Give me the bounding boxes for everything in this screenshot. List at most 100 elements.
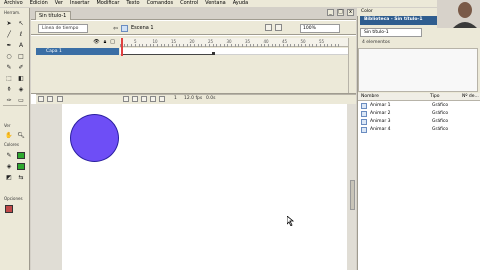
menu-archivo[interactable]: Archivo — [4, 0, 23, 7]
document-tab[interactable]: Sin título-1 — [35, 11, 71, 20]
outline-icon[interactable]: □ — [110, 39, 115, 47]
close-button[interactable]: x — [347, 9, 354, 16]
freetransform-tool-icon[interactable]: ⬚ — [4, 73, 14, 83]
lock-icon[interactable]: 🔒︎ — [104, 39, 107, 47]
ruler-tick — [293, 44, 295, 47]
lasso-tool-icon[interactable]: ℓ — [16, 29, 26, 39]
edit-scene-icon[interactable] — [265, 24, 272, 31]
oval-tool-icon[interactable]: ○ — [4, 51, 14, 61]
ruler-tick — [194, 44, 195, 47]
ruler-tick — [242, 44, 244, 47]
arrow-tool-icon[interactable]: ➤ — [4, 18, 14, 28]
library-item[interactable]: Animar 2 Gráfico — [358, 110, 480, 118]
menu-edicion[interactable]: Edición — [30, 0, 48, 7]
ruler-tick — [234, 44, 236, 47]
add-layer-icon[interactable] — [38, 96, 44, 102]
timeline-toggle-button[interactable]: Línea de tiempo — [38, 24, 88, 33]
swap-colors-icon[interactable]: ⇆ — [16, 172, 26, 182]
ruler-tick — [286, 44, 288, 47]
library-item-name: Animar 1 — [370, 103, 391, 108]
tool-grid-view: ✋ 🔍︎ — [4, 130, 27, 140]
ruler-tick — [290, 44, 292, 47]
add-guide-icon[interactable] — [47, 96, 53, 102]
ruler-tick — [208, 44, 210, 47]
maximize-button[interactable]: □ — [337, 9, 344, 16]
library-item[interactable]: Animar 4 Gráfico — [358, 126, 480, 134]
stage-scrollbar-thumb[interactable] — [350, 180, 355, 210]
menu-texto[interactable]: Texto — [126, 0, 139, 7]
onion-skin-icon[interactable] — [132, 96, 138, 102]
graphic-symbol-icon — [361, 111, 367, 117]
frames-ruler[interactable]: 5 10 15 20 25 30 35 40 45 50 55 — [120, 38, 348, 47]
subselect-tool-icon[interactable]: ↖ — [16, 18, 26, 28]
library-item-type: Gráfico — [432, 103, 449, 108]
paintbucket-tool-icon[interactable]: ◈ — [16, 84, 26, 94]
ruler-tick — [223, 44, 225, 47]
library-item[interactable]: Animar 1 Gráfico — [358, 102, 480, 110]
eye-icon[interactable]: 👁︎ — [93, 39, 99, 47]
snap-option-icon[interactable] — [4, 204, 14, 214]
ruler-tick — [190, 44, 192, 47]
eraser-tool-icon[interactable]: ▭ — [16, 95, 26, 105]
text-tool-icon[interactable]: A — [16, 40, 26, 50]
ruler-tick — [316, 44, 318, 47]
timeline-scrollbar[interactable] — [348, 38, 354, 93]
back-arrow-icon[interactable]: ⇦ — [113, 25, 118, 32]
menu-ayuda[interactable]: Ayuda — [233, 0, 248, 7]
rectangle-tool-icon[interactable]: □ — [16, 51, 26, 61]
menu-comandos[interactable]: Comandos — [147, 0, 174, 7]
edit-multiple-icon[interactable] — [150, 96, 156, 102]
inkbottle-tool-icon[interactable]: ⚱ — [4, 84, 14, 94]
ruler-tick — [312, 44, 314, 47]
edit-symbol-icon[interactable] — [275, 24, 282, 31]
pencil-tool-icon[interactable]: ✎ — [4, 62, 14, 72]
frame-rate: 12.0 fps — [184, 96, 203, 101]
column-type[interactable]: Tipo — [430, 94, 439, 99]
eyedropper-tool-icon[interactable]: ✑ — [4, 95, 14, 105]
ruler-tick — [253, 44, 255, 47]
menu-modificar[interactable]: Modificar — [96, 0, 119, 7]
hand-tool-icon[interactable]: ✋ — [4, 130, 14, 140]
default-colors-icon[interactable]: ◩ — [4, 172, 14, 182]
menu-ventana[interactable]: Ventana — [205, 0, 226, 7]
library-item[interactable]: Animar 3 Gráfico — [358, 118, 480, 126]
line-tool-icon[interactable]: ╱ — [4, 29, 14, 39]
ruler-tick — [212, 44, 214, 47]
menu-insertar[interactable]: Insertar — [70, 0, 89, 7]
library-item-type: Gráfico — [432, 127, 449, 132]
ruler-tick — [201, 44, 203, 47]
column-name[interactable]: Nombre — [361, 94, 379, 99]
fill-transform-tool-icon[interactable]: ◧ — [16, 73, 26, 83]
zoom-select[interactable]: 100% — [300, 24, 340, 33]
tool-grid-colors: ✎ ◈ ◩ ⇆ — [4, 150, 27, 182]
circle-shape[interactable] — [70, 114, 119, 162]
menu-ver[interactable]: Ver — [55, 0, 63, 7]
edit-scene-icons — [265, 24, 282, 31]
ruler-tick — [131, 44, 133, 47]
column-usage[interactable]: Nº de... — [462, 94, 479, 99]
ruler-tick — [305, 44, 306, 47]
pen-tool-icon[interactable]: ✒ — [4, 40, 14, 50]
menu-control[interactable]: Control — [180, 0, 198, 7]
layer-row[interactable]: Capa 1 — [36, 48, 119, 55]
elapsed-time: 0.0s — [206, 96, 216, 101]
ruler-tick — [330, 44, 332, 47]
center-frame-icon[interactable] — [123, 96, 129, 102]
ruler-tick — [157, 44, 158, 47]
library-document-select[interactable]: Sin título-1 — [360, 28, 422, 37]
stroke-color-icon[interactable]: ✎ — [4, 150, 14, 160]
zoom-tool-icon[interactable]: 🔍︎ — [16, 130, 26, 140]
graphic-symbol-icon — [361, 119, 367, 125]
ruler-tick — [127, 44, 129, 47]
onion-outline-icon[interactable] — [141, 96, 147, 102]
tools-separator — [3, 105, 27, 106]
minimize-button[interactable]: _ — [327, 9, 334, 16]
delete-layer-icon[interactable] — [57, 96, 63, 102]
onion-markers-icon[interactable] — [159, 96, 165, 102]
stroke-swatch[interactable] — [16, 150, 26, 160]
library-preview — [358, 48, 478, 92]
brush-tool-icon[interactable]: ✐ — [16, 62, 26, 72]
fill-swatch[interactable] — [16, 161, 26, 171]
fill-color-icon[interactable]: ◈ — [4, 161, 14, 171]
graphic-symbol-icon — [361, 103, 367, 109]
